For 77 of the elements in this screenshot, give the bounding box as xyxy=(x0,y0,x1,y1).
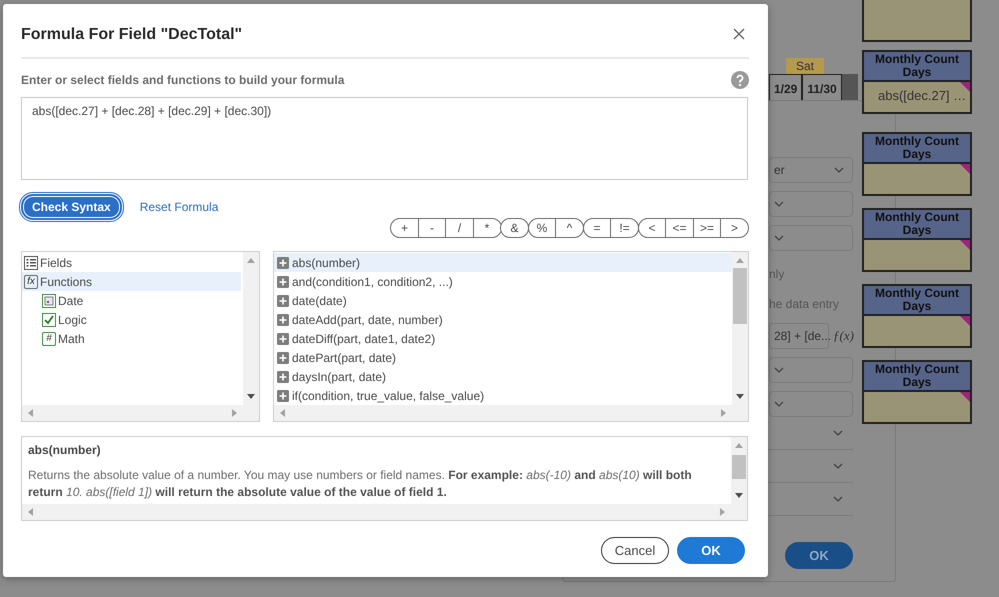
plus-icon xyxy=(277,370,289,382)
number-sign-icon: # xyxy=(42,332,56,346)
plus-icon xyxy=(277,390,289,402)
plus-icon xyxy=(277,256,289,268)
card-header: Monthly Count Days xyxy=(864,210,970,240)
dropdown[interactable] xyxy=(769,225,853,251)
dropdown[interactable] xyxy=(769,357,853,383)
chevron-down-icon xyxy=(774,366,784,374)
scrollbar-thumb[interactable] xyxy=(733,268,747,324)
operator-button[interactable]: % xyxy=(528,218,556,238)
formula-icon[interactable]: ƒ(x) xyxy=(833,328,854,344)
operator-button[interactable]: ^ xyxy=(555,218,584,238)
operator-button[interactable]: <= xyxy=(665,218,694,238)
card-header: Monthly Count Days xyxy=(864,52,970,82)
chevron-down-icon xyxy=(774,234,784,242)
vertical-scrollbar[interactable] xyxy=(243,252,259,405)
operator-button[interactable]: != xyxy=(610,218,639,238)
operator-button[interactable]: / xyxy=(445,218,474,238)
chevron-down-icon xyxy=(833,430,843,436)
day-label: Sat xyxy=(786,58,824,74)
plus-icon xyxy=(277,314,289,326)
operator-button[interactable]: + xyxy=(390,218,419,238)
dropdown[interactable] xyxy=(769,191,853,217)
dropdown[interactable]: er xyxy=(769,157,853,183)
cancel-button[interactable]: Cancel xyxy=(601,537,669,564)
tree-item[interactable]: Date xyxy=(22,291,241,310)
plus-icon xyxy=(277,294,289,306)
function-item[interactable]: dateDiff(part, date1, date2) xyxy=(274,329,732,348)
operator-button[interactable]: * xyxy=(472,218,502,238)
function-item[interactable]: if(condition, true_value, false_value) xyxy=(274,386,732,405)
operator-button[interactable]: > xyxy=(720,218,749,238)
operator-button[interactable]: >= xyxy=(692,218,722,238)
operator-button[interactable]: & xyxy=(500,218,529,238)
operator-button[interactable]: - xyxy=(418,218,446,238)
chevron-down-icon xyxy=(774,400,784,408)
formula-field[interactable]: 28] + [de... xyxy=(769,323,829,349)
list-icon xyxy=(24,256,38,270)
plus-icon xyxy=(277,352,289,364)
function-item[interactable]: dateAdd(part, date, number) xyxy=(274,310,732,329)
operator-button[interactable]: = xyxy=(582,218,612,238)
description-text: Returns the absolute value of a number. You may use numbers or field names. For example: abs(-10) and abs(10) will both return 10. abs([field 1]) will return the absolute value of the value of field 1. xyxy=(28,467,693,501)
calendar-icon xyxy=(42,294,56,308)
tree-item[interactable]: Fields xyxy=(22,253,241,272)
chevron-down-icon xyxy=(774,200,784,208)
plus-icon xyxy=(277,332,289,344)
description-title: abs(number) xyxy=(28,443,102,457)
function-item[interactable]: abs(number) xyxy=(274,253,732,272)
help-icon[interactable] xyxy=(731,71,749,89)
horizontal-scrollbar[interactable] xyxy=(274,405,748,421)
instruction-text: Enter or select fields and functions to build your formula xyxy=(21,73,344,87)
check-syntax-button[interactable]: Check Syntax xyxy=(21,194,122,220)
checkbox-icon xyxy=(42,312,56,326)
function-icon: fx xyxy=(24,274,38,288)
tree-item[interactable]: Logic xyxy=(22,310,241,329)
chevron-down-icon xyxy=(833,462,843,470)
chevron-down-icon xyxy=(834,166,844,174)
plus-icon xyxy=(277,276,289,288)
reset-formula-link[interactable]: Reset Formula xyxy=(140,200,218,214)
ok-button[interactable]: OK xyxy=(677,537,745,564)
tree-item[interactable]: fx Functions xyxy=(22,272,241,291)
dropdown[interactable] xyxy=(769,391,853,417)
vertical-scrollbar[interactable] xyxy=(731,437,747,504)
function-item[interactable]: date(date) xyxy=(274,291,732,310)
operator-button[interactable]: < xyxy=(638,218,666,238)
function-item[interactable]: daysIn(part, date) xyxy=(274,367,732,386)
chevron-down-icon xyxy=(833,496,843,502)
function-item[interactable]: and(condition1, condition2, ...) xyxy=(274,272,732,291)
horizontal-scrollbar[interactable] xyxy=(22,504,747,520)
card-header: Monthly Count Days xyxy=(864,286,970,316)
tree-item[interactable]: # Math xyxy=(22,329,241,348)
formula-input[interactable]: abs([dec.27] + [dec.28] + [dec.29] + [dec.30]) xyxy=(21,97,748,180)
card-header: Monthly Count Days xyxy=(864,362,970,392)
card-header: Monthly Count Days xyxy=(864,134,970,164)
function-item[interactable]: datePart(part, date) xyxy=(274,348,732,367)
horizontal-scrollbar[interactable] xyxy=(22,405,259,421)
card-value: abs([dec.27] … xyxy=(864,82,970,112)
dialog-title: Formula For Field "DecTotal" xyxy=(21,26,242,44)
